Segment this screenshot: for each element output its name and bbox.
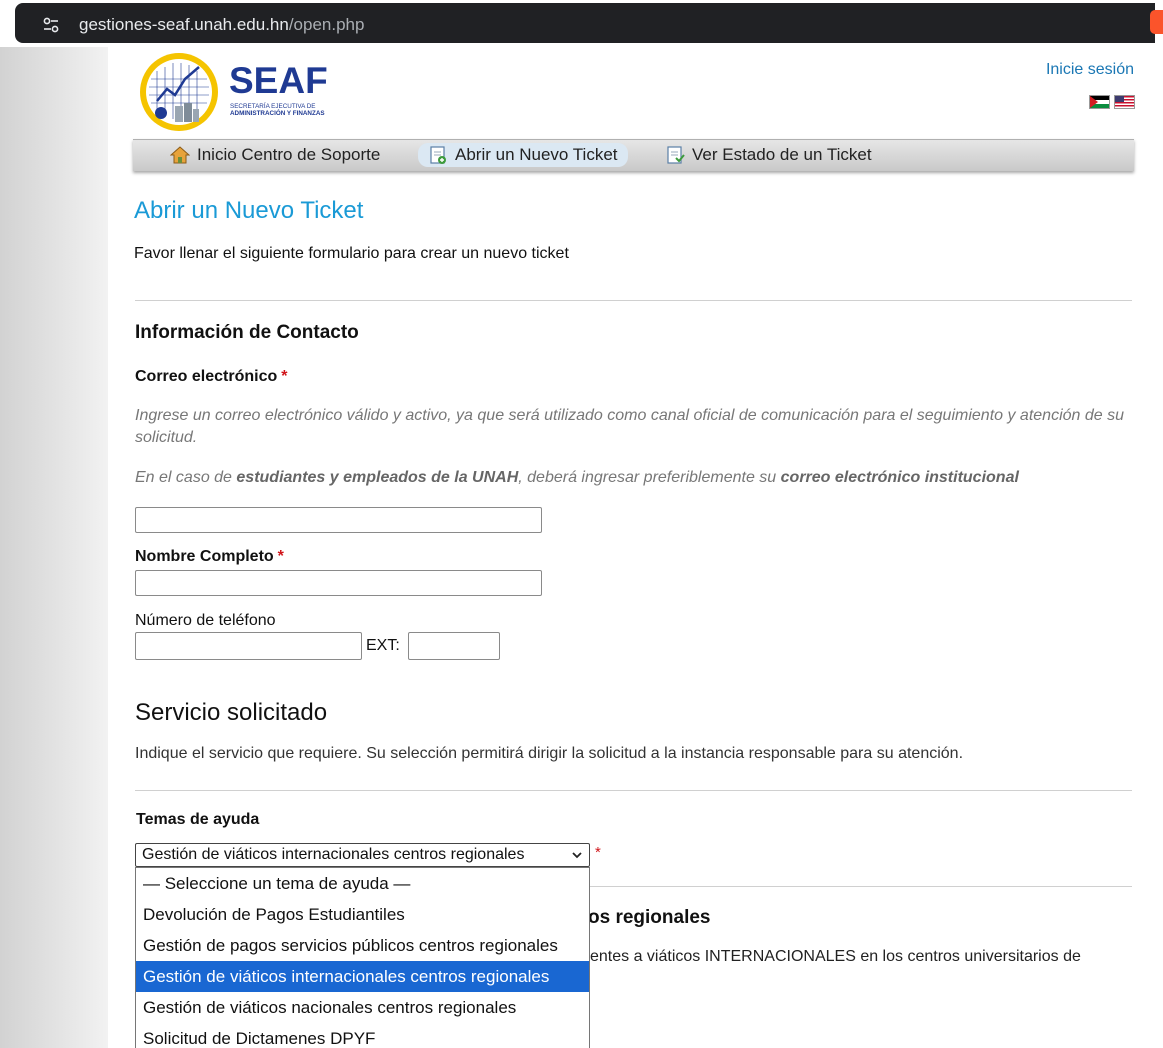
full-name-field[interactable]: [135, 570, 542, 596]
email-label-text: Correo electrónico: [135, 368, 278, 385]
url-path: /open.php: [288, 15, 365, 34]
logo-subtitle-2: ADMINISTRACIÓN Y FINANZAS: [230, 108, 325, 117]
browser-toolbar: gestiones-seaf.unah.edu.hn/open.php: [0, 0, 1163, 47]
service-heading: Servicio solicitado: [135, 699, 328, 726]
seaf-logo[interactable]: SEAF SECRETARÍA EJECUTIVA DE ADMINISTRAC…: [137, 51, 347, 135]
help-topic-select[interactable]: Gestión de viáticos internacionales cent…: [135, 843, 590, 867]
logo-text: SEAF: [229, 60, 328, 101]
nav-item-label: Ver Estado de un Ticket: [692, 145, 872, 164]
email-hint-2: En el caso de estudiantes y empleados de…: [135, 467, 1125, 489]
phone-label: Número de teléfono: [135, 612, 276, 629]
topic-description-fragment: entes a viáticos INTERNACIONALES en los …: [590, 948, 1081, 965]
name-label-text: Nombre Completo: [135, 548, 274, 565]
brave-lion-icon[interactable]: [1150, 10, 1163, 34]
tune-icon[interactable]: [41, 15, 61, 35]
url-host: gestiones-seaf.unah.edu.hn: [79, 15, 289, 34]
page-viewport: SEAF SECRETARÍA EJECUTIVA DE ADMINISTRAC…: [0, 47, 1163, 1048]
language-flag-us-icon[interactable]: [1114, 95, 1135, 109]
url-text[interactable]: gestiones-seaf.unah.edu.hn/open.php: [79, 15, 364, 35]
service-description: Indique el servicio que requiere. Su sel…: [135, 745, 964, 762]
page-title: Abrir un Nuevo Ticket: [134, 197, 364, 224]
email-hint-1: Ingrese un correo electrónico válido y a…: [135, 407, 1124, 446]
dropdown-option[interactable]: Solicitud de Dictamenes DPYF: [136, 1023, 589, 1048]
dropdown-option[interactable]: — Seleccione un tema de ayuda —: [136, 868, 589, 899]
required-mark: *: [595, 844, 601, 861]
required-mark: *: [277, 548, 284, 565]
dropdown-option-selected[interactable]: Gestión de viáticos internacionales cent…: [136, 961, 589, 992]
nav-item-label: Abrir un Nuevo Ticket: [455, 145, 618, 164]
dropdown-option[interactable]: Gestión de viáticos nacionales centros r…: [136, 992, 589, 1023]
phone-ext-field[interactable]: [408, 632, 500, 660]
logo-subtitle-1: SECRETARÍA EJECUTIVA DE: [230, 101, 316, 110]
help-topic-dropdown: — Seleccione un tema de ayuda — Devoluci…: [135, 867, 590, 1048]
nav-item-label: Inicio Centro de Soporte: [197, 145, 381, 164]
email-field[interactable]: [135, 507, 542, 533]
language-flag-icon[interactable]: [1089, 95, 1110, 109]
email-label: Correo electrónico *: [135, 368, 288, 386]
ext-label: EXT:: [366, 637, 400, 654]
chevron-down-icon: [572, 852, 582, 859]
nav-item-ticket-status[interactable]: Ver Estado de un Ticket: [655, 143, 882, 167]
page-background: [0, 47, 108, 1048]
nav-item-new-ticket[interactable]: Abrir un Nuevo Ticket: [418, 143, 628, 167]
dropdown-option[interactable]: Gestión de pagos servicios públicos cent…: [136, 930, 589, 961]
home-icon: [170, 146, 190, 164]
divider: [590, 886, 1132, 887]
new-ticket-icon: [430, 146, 446, 164]
divider: [135, 790, 1132, 791]
address-bar[interactable]: gestiones-seaf.unah.edu.hn/open.php: [15, 3, 1155, 43]
page-container: SEAF SECRETARÍA EJECUTIVA DE ADMINISTRAC…: [108, 47, 1163, 1048]
contact-heading: Información de Contacto: [135, 322, 359, 343]
email-hint-2-b: estudiantes y empleados de la UNAH: [236, 469, 519, 486]
ticket-status-icon: [667, 146, 685, 164]
signin-link[interactable]: Inicie sesión: [1046, 61, 1134, 79]
help-topics-label: Temas de ayuda: [136, 811, 260, 828]
email-hint-2-a: En el caso de: [135, 469, 237, 486]
phone-field[interactable]: [135, 632, 362, 660]
dropdown-option[interactable]: Devolución de Pagos Estudiantiles: [136, 899, 589, 930]
topic-heading-fragment: os regionales: [588, 907, 711, 928]
main-nav: Inicio Centro de Soporte Abrir un Nuevo …: [133, 139, 1134, 171]
help-topic-selected-value: Gestión de viáticos internacionales cent…: [142, 846, 525, 863]
divider: [135, 300, 1132, 301]
name-label: Nombre Completo *: [135, 548, 284, 566]
nav-item-home[interactable]: Inicio Centro de Soporte: [160, 143, 390, 167]
email-hint-2-c: , deberá ingresar preferiblemente su: [518, 469, 781, 486]
page-intro: Favor llenar el siguiente formulario par…: [134, 245, 569, 262]
email-hint-2-d: correo electrónico institucional: [780, 469, 1019, 486]
required-mark: *: [281, 368, 288, 385]
